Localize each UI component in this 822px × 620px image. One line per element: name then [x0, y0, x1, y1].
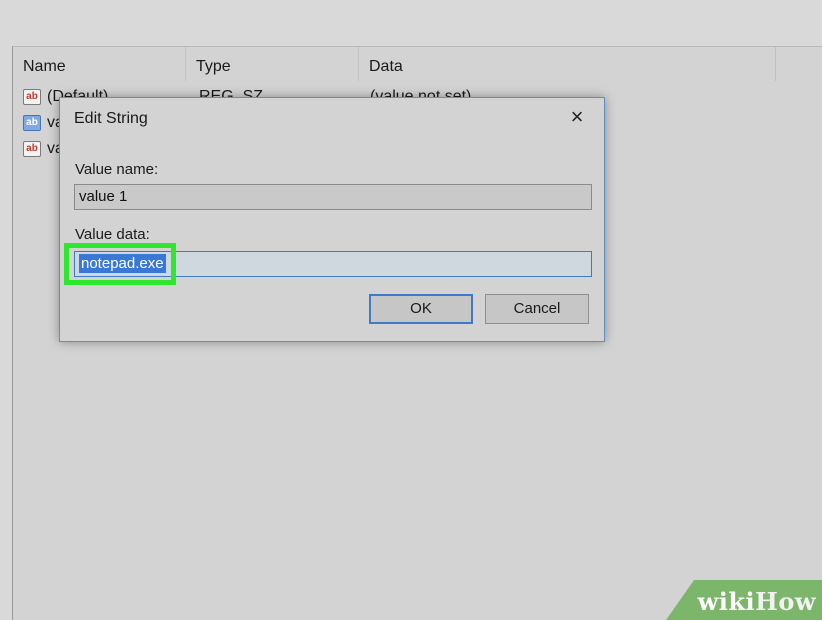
cancel-button[interactable]: Cancel	[485, 294, 589, 324]
value-data-label: Value data:	[75, 226, 150, 243]
wikihow-watermark: wikiHow	[698, 587, 816, 616]
column-headers: Name Type Data	[13, 47, 822, 81]
watermark-wiki: wiki	[697, 587, 756, 616]
column-header-name[interactable]: Name	[13, 47, 185, 81]
dialog-title: Edit String	[74, 110, 148, 127]
column-header-data[interactable]: Data	[359, 47, 775, 81]
ok-button[interactable]: OK	[369, 294, 473, 324]
value-data-field[interactable]: notepad.exe	[74, 251, 592, 277]
ab-string-icon: ab	[23, 89, 41, 105]
value-data-selected-text[interactable]: notepad.exe	[79, 254, 166, 273]
column-header-type[interactable]: Type	[186, 47, 358, 81]
ab-string-icon: ab	[23, 115, 41, 131]
value-name-text: value 1	[79, 188, 128, 205]
ab-string-icon: ab	[23, 141, 41, 157]
edit-string-dialog: Edit String × Value name: value 1 Value …	[59, 97, 605, 342]
value-name-label: Value name:	[75, 161, 159, 178]
close-icon[interactable]: ×	[564, 104, 590, 130]
column-divider[interactable]	[775, 47, 776, 81]
value-name-field: value 1	[74, 184, 592, 210]
watermark-how: How	[755, 587, 816, 616]
